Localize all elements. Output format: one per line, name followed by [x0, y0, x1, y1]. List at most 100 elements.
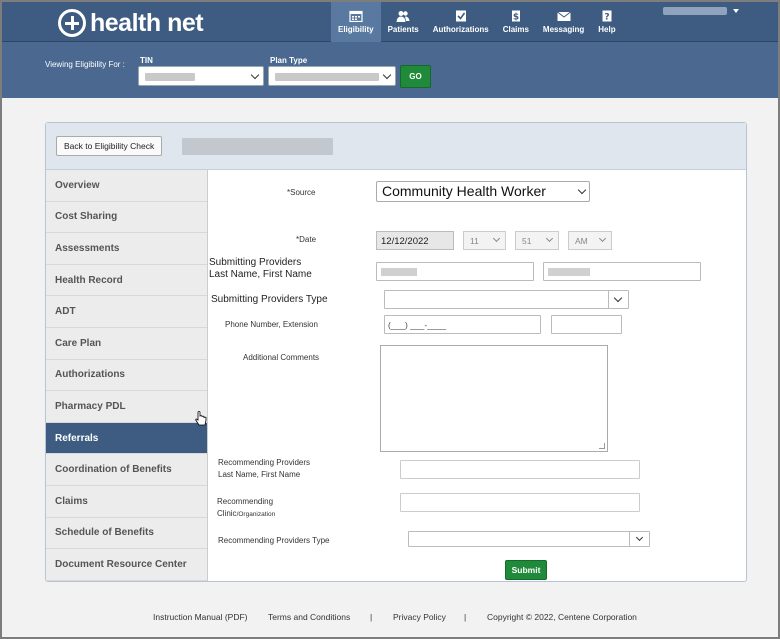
- brand-name: health net: [90, 8, 204, 37]
- sidebar-item-schedule-of-benefits[interactable]: Schedule of Benefits: [46, 518, 207, 550]
- submitting-type-select[interactable]: [384, 290, 629, 309]
- plan-type-label: Plan Type: [270, 56, 308, 65]
- source-select[interactable]: Community Health Worker: [376, 181, 590, 202]
- user-name-redacted: [663, 7, 727, 15]
- sidebar-item-health-record[interactable]: Health Record: [46, 265, 207, 297]
- source-value: Community Health Worker: [382, 183, 546, 199]
- recommending-type-label: Recommending Providers Type: [218, 536, 330, 545]
- tin-value-redacted: [145, 73, 195, 81]
- nav-claims[interactable]: $ Claims: [496, 2, 536, 42]
- additional-comments-textarea[interactable]: [380, 345, 608, 452]
- label-line: Recommending: [217, 497, 274, 506]
- chevron-down-icon: [613, 293, 623, 303]
- chevron-down-icon: [492, 234, 501, 243]
- health-net-logo-icon: [58, 9, 86, 37]
- nav-messaging[interactable]: Messaging: [536, 2, 591, 42]
- hour-value: 11: [470, 236, 479, 246]
- nav-label: Claims: [502, 25, 529, 34]
- minute-select[interactable]: 51: [515, 231, 559, 250]
- label-line: Submitting Providers: [209, 257, 302, 268]
- sidebar-item-assessments[interactable]: Assessments: [46, 233, 207, 265]
- copyright-text: Copyright © 2022, Centene Corporation: [487, 612, 637, 622]
- user-menu[interactable]: [663, 7, 739, 15]
- submitting-first-name-input[interactable]: [543, 262, 701, 281]
- tin-select[interactable]: [138, 66, 264, 86]
- sidebar-item-authorizations[interactable]: Authorizations: [46, 360, 207, 392]
- member-name-redacted: [182, 138, 333, 155]
- recommending-clinic-label: Recommending Clinic/Organization: [217, 496, 275, 521]
- svg-text:$: $: [513, 13, 519, 23]
- plan-type-value-redacted: [275, 73, 379, 81]
- nav-help[interactable]: ? Help: [591, 2, 622, 42]
- sidebar-item-claims[interactable]: Claims: [46, 486, 207, 518]
- chevron-down-icon: [635, 533, 644, 542]
- chevron-down-icon: [250, 70, 260, 80]
- go-button[interactable]: GO: [400, 65, 431, 88]
- hand-cursor-icon: [195, 411, 207, 426]
- brand-logo[interactable]: health net: [58, 8, 204, 38]
- date-input[interactable]: 12/12/2022: [376, 231, 454, 250]
- resize-grip-icon[interactable]: [599, 443, 605, 449]
- organization-text: /Organization: [236, 511, 276, 518]
- nav-label: Patients: [387, 25, 419, 34]
- label-line: Clinic/Organization: [217, 508, 275, 521]
- eligibility-sidebar: Overview Cost Sharing Assessments Health…: [46, 170, 208, 581]
- nav-label: Messaging: [542, 25, 585, 34]
- sidebar-item-cost-sharing[interactable]: Cost Sharing: [46, 202, 207, 234]
- viewing-eligibility-label: Viewing Eligibility For :: [45, 60, 125, 69]
- referral-card: Back to Eligibility Check Overview Cost …: [45, 122, 747, 582]
- phone-input[interactable]: (___) ___-____: [384, 315, 541, 334]
- nav-label: Help: [598, 25, 616, 34]
- nav-label: Authorizations: [432, 25, 489, 34]
- dropdown-button: [629, 532, 649, 546]
- sidebar-item-referrals[interactable]: Referrals: [46, 422, 207, 455]
- eligibility-filter-bar: Viewing Eligibility For : TIN Plan Type …: [2, 42, 778, 98]
- label-line: Last Name, First Name: [218, 470, 301, 479]
- back-to-eligibility-button[interactable]: Back to Eligibility Check: [56, 136, 163, 156]
- dropdown-button: [608, 291, 628, 308]
- sidebar-item-document-resource-center[interactable]: Document Resource Center: [46, 549, 207, 581]
- phone-extension-input[interactable]: [551, 315, 622, 334]
- submitting-type-label: Submitting Providers Type: [211, 294, 328, 305]
- date-label: *Date: [296, 235, 317, 244]
- checkbox-icon: [455, 10, 466, 22]
- instruction-manual-link[interactable]: Instruction Manual (PDF): [153, 612, 247, 622]
- envelope-icon: [556, 11, 571, 21]
- calendar-icon: [349, 10, 363, 22]
- chevron-down-icon: [598, 234, 607, 243]
- nav-patients[interactable]: Patients: [381, 2, 426, 42]
- sidebar-item-overview[interactable]: Overview: [46, 170, 207, 202]
- chevron-down-icon: [577, 185, 587, 195]
- card-header: Back to Eligibility Check: [46, 123, 746, 170]
- phone-label: Phone Number, Extension: [225, 320, 318, 329]
- comments-label: Additional Comments: [243, 353, 320, 362]
- recommending-provider-name-input[interactable]: [400, 460, 640, 479]
- first-name-redacted: [548, 268, 590, 276]
- submitting-last-name-input[interactable]: [376, 262, 534, 281]
- recommending-clinic-input[interactable]: [400, 493, 640, 512]
- question-icon: ?: [602, 10, 612, 23]
- svg-text:?: ?: [604, 13, 609, 23]
- submit-button[interactable]: Submit: [505, 560, 547, 580]
- label-line: Last Name, First Name: [209, 269, 312, 280]
- nav-authorizations[interactable]: Authorizations: [426, 2, 496, 42]
- sidebar-item-coordination-of-benefits[interactable]: Coordination of Benefits: [46, 454, 207, 486]
- ampm-select[interactable]: AM: [568, 231, 612, 250]
- hour-select[interactable]: 11: [463, 231, 506, 250]
- minute-value: 51: [522, 236, 532, 246]
- nav-eligibility[interactable]: Eligibility: [331, 2, 381, 42]
- dollar-document-icon: $: [511, 10, 520, 23]
- sidebar-item-pharmacy-pdl[interactable]: Pharmacy PDL: [46, 391, 207, 423]
- people-icon: [396, 11, 410, 22]
- privacy-policy-link[interactable]: Privacy Policy: [393, 612, 446, 622]
- caret-down-icon: [733, 9, 739, 13]
- sidebar-item-adt[interactable]: ADT: [46, 296, 207, 328]
- terms-link[interactable]: Terms and Conditions: [268, 612, 350, 622]
- plan-type-select[interactable]: [268, 66, 396, 86]
- chevron-down-icon: [545, 234, 554, 243]
- recommending-type-select[interactable]: [408, 531, 650, 547]
- footer-separator: |: [370, 612, 373, 622]
- submitting-providers-label: Submitting Providers Last Name, First Na…: [209, 257, 312, 281]
- sidebar-item-care-plan[interactable]: Care Plan: [46, 328, 207, 360]
- footer-separator: |: [464, 612, 467, 622]
